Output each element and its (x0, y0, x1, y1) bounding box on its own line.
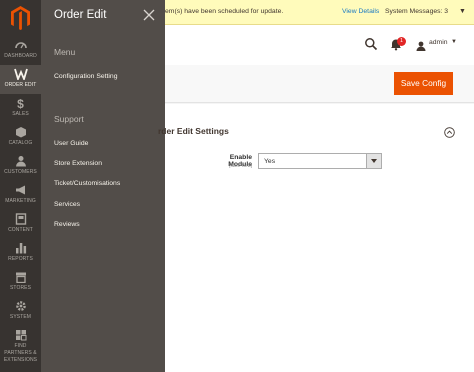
notification-badge: 1 (397, 37, 406, 46)
select-arrow-button[interactable] (366, 154, 381, 168)
nav-item-order-edit[interactable]: ORDER EDIT (0, 65, 41, 94)
chevron-down-icon[interactable]: ▼ (459, 8, 466, 15)
flyout-section-menu: Menu (54, 47, 76, 57)
customers-icon (0, 155, 41, 169)
page-header: 1 admin ▼ (165, 25, 474, 65)
flyout-section-support: Support (54, 114, 84, 124)
reports-icon (0, 242, 41, 256)
section-title[interactable]: rder Edit Settings (158, 126, 229, 136)
flyout-link-configuration-setting[interactable]: Configuration Setting (54, 73, 117, 80)
config-content: rder Edit Settings Enable Module [store … (158, 104, 474, 372)
nav-item-customers[interactable]: CUSTOMERS (0, 152, 41, 181)
admin-nav: DASHBOARD ORDER EDIT $ SALES CATALOG CUS… (0, 0, 41, 372)
flyout-link-store-extension[interactable]: Store Extension (54, 160, 102, 167)
nav-item-find-partners[interactable]: FIND PARTNERS & EXTENSIONS (0, 326, 41, 363)
order-edit-icon (0, 68, 41, 82)
order-edit-flyout: Order Edit Menu Configuration Setting Su… (41, 0, 165, 372)
system-message-text: em(s) have been scheduled for update. (165, 8, 284, 15)
nav-item-reports[interactable]: REPORTS (0, 239, 41, 268)
nav-item-dashboard[interactable]: DASHBOARD (0, 36, 41, 65)
close-icon[interactable] (142, 8, 156, 22)
enable-module-select[interactable]: Yes (258, 153, 382, 169)
nav-item-stores[interactable]: STORES (0, 268, 41, 297)
search-icon[interactable] (364, 37, 378, 51)
flyout-link-user-guide[interactable]: User Guide (54, 140, 88, 147)
user-name[interactable]: admin (429, 39, 448, 46)
magento-logo[interactable] (0, 0, 41, 36)
dashboard-icon (0, 39, 41, 53)
page-actions-toolbar: Save Config (165, 65, 474, 103)
nav-item-system[interactable]: SYSTEM (0, 297, 41, 326)
nav-item-catalog[interactable]: CATALOG (0, 123, 41, 152)
catalog-icon (0, 126, 41, 140)
chevron-down-icon (371, 159, 377, 163)
view-details-link[interactable]: View Details (342, 8, 379, 15)
system-message-bar: em(s) have been scheduled for update. Vi… (165, 0, 474, 25)
system-messages-count[interactable]: System Messages: 3 (385, 8, 448, 15)
admin-page: DASHBOARD ORDER EDIT $ SALES CATALOG CUS… (0, 0, 474, 372)
stores-icon (0, 271, 41, 285)
nav-item-marketing[interactable]: MARKETING (0, 181, 41, 210)
flyout-link-services[interactable]: Services (54, 201, 80, 208)
flyout-link-reviews[interactable]: Reviews (54, 221, 80, 228)
nav-item-sales[interactable]: $ SALES (0, 94, 41, 123)
gear-icon (0, 300, 41, 314)
save-config-button[interactable]: Save Config (394, 72, 453, 95)
user-icon[interactable] (416, 38, 426, 51)
dollar-icon: $ (17, 97, 24, 111)
partners-icon (0, 329, 41, 343)
flyout-link-ticket-customisations[interactable]: Ticket/Customisations (54, 180, 120, 187)
nav-item-content[interactable]: CONTENT (0, 210, 41, 239)
flyout-title: Order Edit (54, 9, 107, 21)
field-scope-label: [store view] (229, 163, 252, 168)
caret-down-icon[interactable]: ▼ (451, 39, 457, 45)
megaphone-icon (0, 184, 41, 198)
collapse-icon[interactable] (444, 125, 455, 138)
content-icon (0, 213, 41, 227)
select-value: Yes (264, 158, 276, 165)
